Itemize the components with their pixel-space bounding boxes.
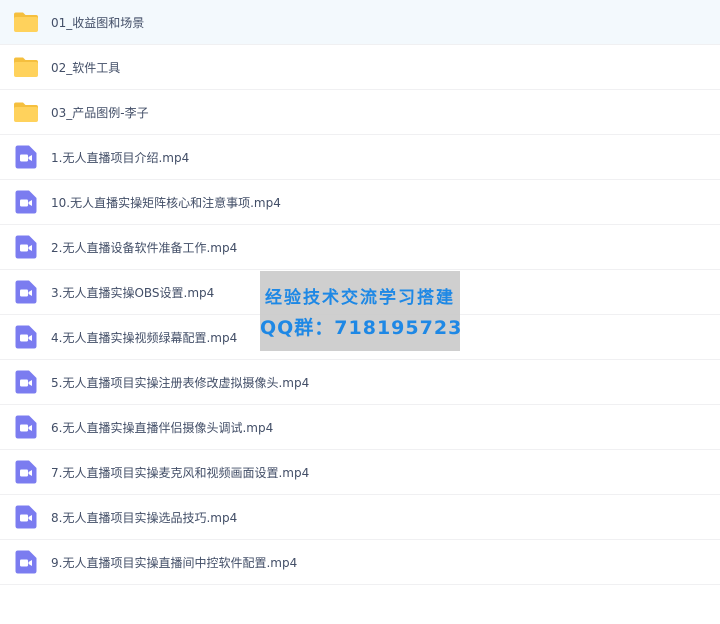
folder-icon <box>13 100 39 124</box>
video-file-row[interactable]: 2.无人直播设备软件准备工作.mp4 <box>0 225 720 270</box>
file-name[interactable]: 5.无人直播项目实操注册表修改虚拟摄像头.mp4 <box>51 374 309 391</box>
watermark-overlay: 经验技术交流学习搭建 QQ群：718195723 <box>260 271 463 351</box>
video-file-icon <box>13 505 39 529</box>
video-file-row[interactable]: 5.无人直播项目实操注册表修改虚拟摄像头.mp4 <box>0 360 720 405</box>
file-name[interactable]: 02_软件工具 <box>51 59 120 76</box>
video-file-icon <box>13 415 39 439</box>
folder-row[interactable]: 02_软件工具 <box>0 45 720 90</box>
video-file-icon <box>13 550 39 574</box>
folder-icon <box>13 55 39 79</box>
file-name[interactable]: 1.无人直播项目介绍.mp4 <box>51 149 189 166</box>
file-name[interactable]: 9.无人直播项目实操直播间中控软件配置.mp4 <box>51 554 297 571</box>
file-name[interactable]: 7.无人直播项目实操麦克风和视频画面设置.mp4 <box>51 464 309 481</box>
file-name[interactable]: 3.无人直播实操OBS设置.mp4 <box>51 284 214 301</box>
file-name[interactable]: 4.无人直播实操视频绿幕配置.mp4 <box>51 329 237 346</box>
video-file-row[interactable]: 1.无人直播项目介绍.mp4 <box>0 135 720 180</box>
video-file-row[interactable]: 7.无人直播项目实操麦克风和视频画面设置.mp4 <box>0 450 720 495</box>
file-name[interactable]: 01_收益图和场景 <box>51 14 144 31</box>
video-file-icon <box>13 460 39 484</box>
file-name[interactable]: 6.无人直播实操直播伴侣摄像头调试.mp4 <box>51 419 273 436</box>
video-file-row[interactable]: 9.无人直播项目实操直播间中控软件配置.mp4 <box>0 540 720 585</box>
video-file-icon <box>13 280 39 304</box>
folder-row[interactable]: 03_产品图例-李子 <box>0 90 720 135</box>
video-file-icon <box>13 145 39 169</box>
file-name[interactable]: 8.无人直播项目实操选品技巧.mp4 <box>51 509 237 526</box>
video-file-row[interactable]: 10.无人直播实操矩阵核心和注意事项.mp4 <box>0 180 720 225</box>
video-file-row[interactable]: 6.无人直播实操直播伴侣摄像头调试.mp4 <box>0 405 720 450</box>
video-file-icon <box>13 370 39 394</box>
file-name[interactable]: 2.无人直播设备软件准备工作.mp4 <box>51 239 237 256</box>
video-file-icon <box>13 325 39 349</box>
folder-row[interactable]: 01_收益图和场景 <box>0 0 720 45</box>
video-file-icon <box>13 190 39 214</box>
watermark-line-1: 经验技术交流学习搭建 <box>265 288 455 308</box>
folder-icon <box>13 10 39 34</box>
watermark-line-2: QQ群：718195723 <box>260 317 463 339</box>
file-name[interactable]: 03_产品图例-李子 <box>51 104 149 121</box>
video-file-icon <box>13 235 39 259</box>
video-file-row[interactable]: 8.无人直播项目实操选品技巧.mp4 <box>0 495 720 540</box>
file-name[interactable]: 10.无人直播实操矩阵核心和注意事项.mp4 <box>51 194 281 211</box>
